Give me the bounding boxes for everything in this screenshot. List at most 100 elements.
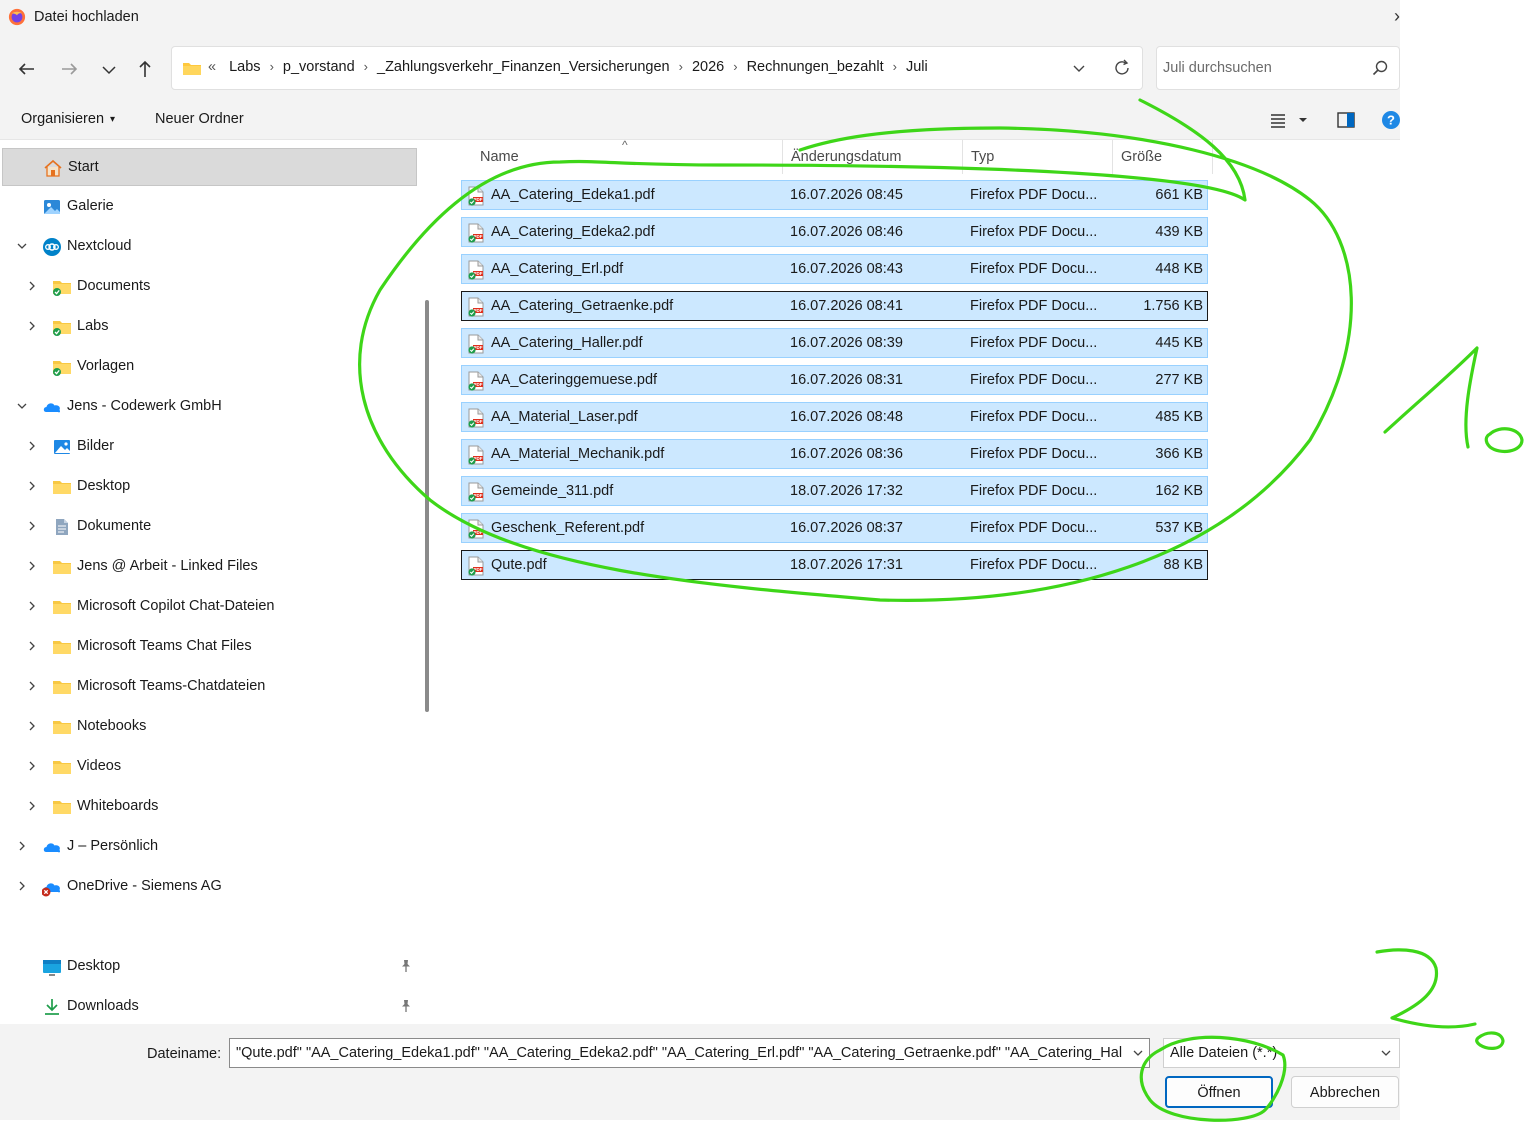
search-box[interactable] (1156, 46, 1400, 90)
sidebar-item-videos[interactable]: Videos (2, 748, 417, 786)
chevron-right-icon[interactable] (25, 478, 39, 494)
breadcrumb-item[interactable]: Labs (229, 59, 260, 75)
up-button[interactable] (132, 56, 158, 82)
file-row[interactable]: PDF AA_Material_Laser.pdf 16.07.2026 08:48… (461, 402, 1208, 432)
column-header-type[interactable]: Typ (963, 140, 1112, 176)
sidebar-item-labs[interactable]: Labs (2, 308, 417, 346)
organize-button[interactable]: Organisieren ▾ (21, 111, 115, 127)
sidebar-scrollbar[interactable] (425, 300, 429, 712)
file-row[interactable]: PDF AA_Cateringgemuese.pdf 16.07.2026 08:3… (461, 365, 1208, 395)
search-icon[interactable] (1371, 59, 1389, 77)
refresh-icon[interactable] (1112, 58, 1132, 78)
file-row[interactable]: PDF AA_Material_Mechanik.pdf 16.07.2026 08… (461, 439, 1208, 469)
quick-access-downloads[interactable]: Downloads (2, 988, 417, 1026)
breadcrumb-item[interactable]: 2026 (692, 59, 724, 75)
view-options-icon[interactable] (1268, 110, 1288, 130)
breadcrumb-separator[interactable]: › (679, 59, 683, 74)
chevron-down-icon[interactable] (15, 398, 29, 414)
pin-icon[interactable] (399, 999, 413, 1013)
chevron-right-icon[interactable] (25, 318, 39, 334)
caret-down-icon[interactable] (1296, 110, 1310, 130)
breadcrumb-separator[interactable]: › (733, 59, 737, 74)
pin-icon[interactable] (399, 959, 413, 973)
open-button[interactable]: Öffnen (1165, 1076, 1273, 1108)
breadcrumb-separator[interactable]: › (364, 59, 368, 74)
pictures-icon (52, 437, 72, 457)
breadcrumb-overflow[interactable]: « (208, 59, 216, 75)
chevron-right-icon[interactable] (15, 878, 29, 894)
window-title: Datei hochladen (34, 9, 139, 25)
chevron-right-icon[interactable] (25, 798, 39, 814)
file-row[interactable]: PDF AA_Catering_Edeka2.pdf 16.07.2026 08:4… (461, 217, 1208, 247)
cancel-button[interactable]: Abbrechen (1291, 1076, 1399, 1108)
help-icon[interactable]: ? (1381, 110, 1401, 130)
column-header-size[interactable]: Größe (1113, 140, 1213, 176)
sidebar-item-notebooks[interactable]: Notebooks (2, 708, 417, 746)
sidebar-item-microsoft-teams-chat-files[interactable]: Microsoft Teams Chat Files (2, 628, 417, 666)
breadcrumb-separator[interactable]: › (893, 59, 897, 74)
chevron-right-icon[interactable] (25, 758, 39, 774)
breadcrumb-separator[interactable]: › (270, 59, 274, 74)
sidebar-item-onedrive-siemens-ag[interactable]: OneDrive - Siemens AG (2, 868, 417, 906)
file-date: 16.07.2026 08:39 (790, 335, 903, 351)
sidebar-item-nextcloud[interactable]: Nextcloud (2, 228, 417, 266)
sidebar-item-whiteboards[interactable]: Whiteboards (2, 788, 417, 826)
file-row[interactable]: PDF AA_Catering_Getraenke.pdf 16.07.2026 0… (461, 291, 1208, 321)
close-icon[interactable]: › (1386, 6, 1400, 28)
column-header-name[interactable]: ^ Name (438, 138, 782, 176)
sidebar-item-galerie[interactable]: Galerie (2, 188, 417, 226)
file-row[interactable]: PDF AA_Catering_Edeka1.pdf 16.07.2026 08:4… (461, 180, 1208, 210)
file-date: 16.07.2026 08:31 (790, 372, 903, 388)
chevron-down-icon[interactable] (1070, 59, 1088, 77)
address-bar[interactable]: « Labs › p_vorstand › _Zahlungsverkehr_Finan… (171, 46, 1143, 90)
column-divider[interactable] (1212, 140, 1213, 174)
back-button[interactable] (14, 56, 40, 82)
chevron-right-icon[interactable] (25, 518, 39, 534)
recent-locations-button[interactable] (96, 56, 122, 82)
sidebar-item-jens-arbeit-linked-files[interactable]: Jens @ Arbeit - Linked Files (2, 548, 417, 586)
chevron-right-icon[interactable] (25, 438, 39, 454)
chevron-right-icon[interactable] (25, 598, 39, 614)
file-date: 18.07.2026 17:32 (790, 483, 903, 499)
search-input[interactable] (1161, 57, 1361, 79)
chevron-right-icon[interactable] (15, 838, 29, 854)
file-row[interactable]: PDF Geschenk_Referent.pdf 16.07.2026 08:37… (461, 513, 1208, 543)
chevron-down-icon[interactable] (1131, 1045, 1145, 1061)
chevron-right-icon[interactable] (25, 638, 39, 654)
file-row[interactable]: PDF Qute.pdf 18.07.2026 17:31 Firefox PDF D… (461, 550, 1208, 580)
breadcrumb-item[interactable]: Juli (906, 59, 928, 75)
sidebar-item-bilder[interactable]: Bilder (2, 428, 417, 466)
sidebar-item-microsoft-copilot-chat-dateien[interactable]: Microsoft Copilot Chat-Dateien (2, 588, 417, 626)
breadcrumb-item[interactable]: _Zahlungsverkehr_Finanzen_Versicherungen (377, 59, 670, 75)
chevron-right-icon[interactable] (25, 678, 39, 694)
nextcloud-icon (42, 237, 62, 257)
file-size: 88 KB (1163, 557, 1204, 573)
breadcrumb-item[interactable]: p_vorstand (283, 59, 355, 75)
chevron-right-icon[interactable] (25, 558, 39, 574)
sidebar-item-documents[interactable]: Documents (2, 268, 417, 306)
filename-field[interactable] (234, 1043, 1124, 1063)
sidebar-item-desktop[interactable]: Desktop (2, 468, 417, 506)
chevron-right-icon[interactable] (25, 718, 39, 734)
file-row[interactable]: PDF AA_Catering_Haller.pdf 16.07.2026 08:3… (461, 328, 1208, 358)
sidebar-item-dokumente[interactable]: Dokumente (2, 508, 417, 546)
preview-pane-icon[interactable] (1336, 110, 1356, 130)
sidebar-item-j-persönlich[interactable]: J – Persönlich (2, 828, 417, 866)
quick-access-desktop[interactable]: Desktop (2, 948, 417, 986)
file-row[interactable]: PDF AA_Catering_Erl.pdf 16.07.2026 08:43 Fi… (461, 254, 1208, 284)
chevron-right-icon[interactable] (25, 278, 39, 294)
forward-button[interactable] (56, 56, 82, 82)
chevron-down-icon[interactable] (15, 238, 29, 254)
column-header-name-label: Name (480, 149, 519, 165)
column-header-date[interactable]: Änderungsdatum (783, 140, 962, 176)
file-type: Firefox PDF Docu... (970, 557, 1098, 573)
sidebar-item-jens-codewerk-gmbh[interactable]: Jens - Codewerk GmbH (2, 388, 417, 426)
sidebar-item-start[interactable]: Start (2, 148, 417, 186)
new-folder-button[interactable]: Neuer Ordner (155, 111, 244, 127)
file-row[interactable]: PDF Gemeinde_311.pdf 18.07.2026 17:32 Firef… (461, 476, 1208, 506)
filename-combobox[interactable] (229, 1038, 1150, 1068)
sidebar-item-microsoft-teams-chatdateien[interactable]: Microsoft Teams-Chatdateien (2, 668, 417, 706)
sidebar-item-vorlagen[interactable]: Vorlagen (2, 348, 417, 386)
file-type-select[interactable]: Alle Dateien (*.*) (1163, 1038, 1400, 1068)
breadcrumb-item[interactable]: Rechnungen_bezahlt (747, 59, 884, 75)
